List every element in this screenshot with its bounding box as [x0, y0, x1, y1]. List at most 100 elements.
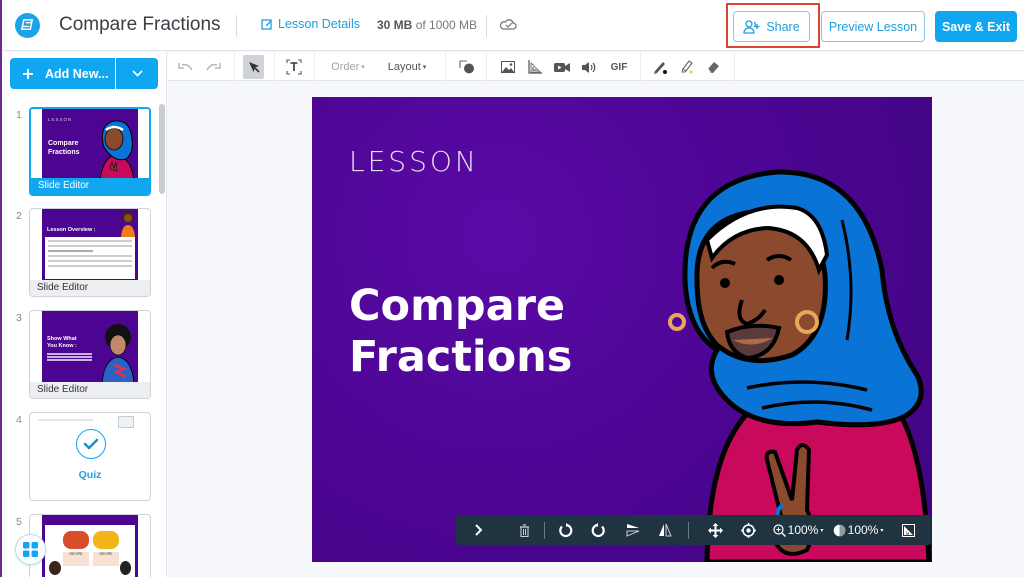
caret-icon: ▾ [880, 527, 884, 534]
order-dropdown[interactable]: Order ▾ [328, 55, 368, 79]
zoom-dropdown[interactable]: 100% ▾ [769, 515, 827, 545]
highlighter-tool[interactable] [676, 55, 698, 79]
character-illustration [121, 211, 135, 237]
thumb-kicker: LESSON [48, 117, 73, 122]
slide-title-line1: Compare [349, 281, 566, 331]
shapes-icon [459, 60, 474, 74]
image-icon [501, 61, 515, 73]
rotate-cw-icon [591, 522, 605, 537]
flip-horizontal-button[interactable] [654, 515, 676, 545]
slide-thumbnail[interactable]: Think About It RECIPE RECIPE [29, 514, 151, 577]
gif-button[interactable]: GIF [606, 55, 632, 79]
layout-label: Layout [387, 61, 421, 73]
delete-button[interactable] [514, 515, 534, 545]
crop-button[interactable] [897, 515, 919, 545]
text-tool[interactable] [283, 55, 305, 79]
move-button[interactable] [704, 515, 726, 545]
share-label: Share [766, 19, 800, 34]
thumb-text-box [45, 237, 135, 279]
app-logo-icon[interactable] [15, 13, 40, 38]
select-tool[interactable] [243, 55, 264, 79]
slide-number: 3 [16, 312, 22, 324]
rotate-right-button[interactable] [587, 515, 609, 545]
slide-number: 1 [16, 109, 22, 121]
opacity-icon [833, 524, 845, 536]
slide-thumbnail[interactable]: LESSON Compare Fractions Slide Editor [29, 107, 151, 196]
check-circle-icon [76, 429, 106, 459]
slide-title-text[interactable]: Compare Fractions [349, 281, 572, 383]
preview-lesson-button[interactable]: Preview Lesson [821, 11, 925, 42]
flip-vertical-button[interactable] [622, 515, 644, 545]
lesson-details-link[interactable]: Lesson Details [261, 17, 360, 31]
thumb-title: Compare Fractions [48, 140, 80, 156]
video-button[interactable] [551, 55, 573, 79]
opacity-dropdown[interactable]: 100% ▾ [829, 515, 887, 545]
storage-indicator: 30 MB of 1000 MB [377, 18, 477, 32]
zoom-value: 100% [787, 523, 819, 537]
slide-thumbnail[interactable]: Show What You Know : Slide Editor [29, 310, 151, 399]
storage-total: of 1000 MB [415, 18, 478, 32]
caret-icon: ▾ [422, 64, 427, 71]
order-label: Order [331, 61, 360, 73]
divider [486, 15, 487, 37]
editor-canvas: LESSON Compare Fractions 100% ▾ 100% ▾ [168, 82, 1024, 577]
slide-kicker-text[interactable]: LESSON [349, 145, 479, 178]
slides-scrollbar[interactable] [159, 104, 165, 194]
thumb-recipe-right: RECIPE [93, 552, 119, 566]
slide-type-label: Slide Editor [30, 280, 150, 296]
image-button[interactable] [497, 55, 519, 79]
slide-thumbnail[interactable]: Lesson Overview : Slide Editor [29, 208, 151, 297]
quiz-label: Quiz [78, 469, 102, 481]
slides-panel: Add New... 1 LESSON Compare Fractions Sl… [2, 52, 167, 577]
audio-button[interactable] [578, 55, 600, 79]
shapes-button[interactable] [456, 55, 478, 79]
slides-list: 1 LESSON Compare Fractions Slide Editor … [2, 95, 167, 577]
move-arrows-icon [707, 522, 723, 538]
share-button[interactable]: Share [733, 11, 810, 42]
speaker-icon [582, 61, 596, 73]
caret-icon: ▾ [820, 527, 824, 534]
rotate-left-button[interactable] [554, 515, 576, 545]
slide-number: 4 [16, 414, 22, 426]
layout-dropdown[interactable]: Layout ▾ [384, 55, 430, 79]
crop-icon [901, 523, 915, 537]
character-illustration[interactable] [667, 160, 932, 562]
redo-button[interactable] [202, 55, 224, 79]
slide-number: 2 [16, 210, 22, 222]
slide-thumbnail[interactable]: Quiz [29, 412, 151, 501]
text-box-icon [286, 59, 302, 75]
thumb-title: Think About It [47, 516, 81, 522]
add-new-dropdown[interactable] [116, 58, 158, 89]
slide-canvas[interactable]: LESSON Compare Fractions [312, 97, 932, 562]
header: Compare Fractions Lesson Details 30 MB o… [2, 0, 1024, 51]
add-new-label: Add New... [45, 66, 109, 81]
zoom-in-icon [773, 523, 786, 537]
pen-tool[interactable] [650, 55, 672, 79]
video-icon [554, 62, 570, 72]
redo-icon [205, 63, 221, 71]
highlighter-icon [681, 60, 693, 74]
edit-icon [261, 19, 272, 30]
slide-number: 5 [16, 516, 22, 528]
center-button[interactable] [737, 515, 759, 545]
slide-preview: LESSON Compare Fractions [42, 109, 138, 182]
thumb-title: Show What You Know : [47, 336, 77, 349]
chart-button[interactable] [524, 55, 546, 79]
divider [236, 15, 237, 37]
eraser-icon [707, 62, 719, 74]
undo-icon [177, 63, 193, 71]
slide-preview: Show What You Know : [42, 311, 138, 384]
cloud-sync-icon[interactable] [499, 16, 517, 37]
chevron-down-icon [131, 70, 143, 77]
expand-button[interactable] [468, 515, 488, 545]
add-new-button[interactable]: Add New... [10, 58, 115, 89]
grid-view-button[interactable] [15, 534, 46, 565]
flip-horizontal-icon [659, 523, 672, 537]
save-exit-button[interactable]: Save & Exit [935, 11, 1017, 42]
chevron-right-icon [474, 524, 482, 536]
eraser-tool[interactable] [702, 55, 724, 79]
lesson-details-label: Lesson Details [278, 17, 360, 31]
grid-icon [23, 542, 38, 557]
undo-button[interactable] [174, 55, 196, 79]
trash-icon [519, 523, 529, 537]
